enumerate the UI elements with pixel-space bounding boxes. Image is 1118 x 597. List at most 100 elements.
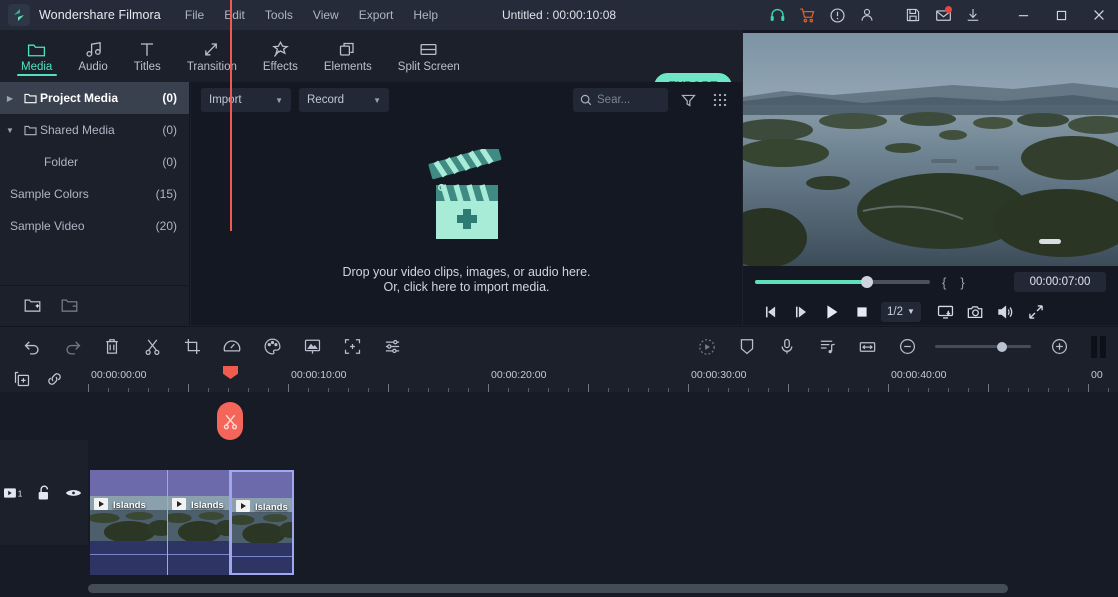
trash-icon[interactable] <box>92 327 132 367</box>
render-dotted-play-icon[interactable] <box>687 327 727 367</box>
tab-transition[interactable]: Transition <box>174 30 250 82</box>
redo-arrow-icon[interactable] <box>52 327 92 367</box>
audio-beat-icon[interactable] <box>807 327 847 367</box>
video-track-lane[interactable]: Islands Islands Islands <box>88 440 1118 575</box>
sidebar-item-project-media[interactable]: ▶ Project Media (0) <box>0 82 189 114</box>
timeline-zoom-slider[interactable] <box>935 341 1031 352</box>
folder-icon <box>20 125 40 136</box>
app-brand-name: Wondershare Filmora <box>39 8 161 22</box>
account-icon[interactable] <box>852 0 882 30</box>
menu-item-tools[interactable]: Tools <box>265 8 293 22</box>
minimize-icon[interactable] <box>1004 0 1042 30</box>
palette-icon[interactable] <box>252 327 292 367</box>
chroma-key-icon[interactable] <box>292 327 332 367</box>
playback-speed-dropdown[interactable]: 1/2 ▼ <box>881 301 921 322</box>
timeline-clip[interactable]: Islands <box>168 470 230 575</box>
tab-media[interactable]: Media <box>8 30 65 82</box>
speedometer-icon[interactable] <box>212 327 252 367</box>
tab-split-screen[interactable]: Split Screen <box>385 30 473 82</box>
sidebar-item-count: (0) <box>162 123 177 137</box>
play-icon[interactable] <box>817 298 847 325</box>
camera-icon[interactable] <box>961 298 991 325</box>
menu-item-export[interactable]: Export <box>359 8 394 22</box>
save-icon[interactable] <box>898 0 928 30</box>
menu-item-file[interactable]: File <box>185 8 204 22</box>
mark-out-button[interactable]: } <box>958 275 966 290</box>
step-backward-icon[interactable] <box>757 298 787 325</box>
timeline-panel: 00:00:00:00 00:00:10:00 00:00:20:00 00:00:3… <box>0 366 1118 597</box>
zoom-slider-knob[interactable] <box>997 341 1007 352</box>
timeline-clip[interactable]: Islands <box>230 470 294 575</box>
scissors-icon[interactable] <box>132 327 172 367</box>
maximize-icon[interactable] <box>1042 0 1080 30</box>
crop-icon[interactable] <box>172 327 212 367</box>
stop-icon[interactable] <box>847 298 877 325</box>
tab-titles[interactable]: Titles <box>121 30 174 82</box>
progress-knob[interactable] <box>861 276 873 288</box>
download-icon[interactable] <box>958 0 988 30</box>
render-bars-icon[interactable] <box>1091 335 1106 358</box>
plus-circle-icon[interactable] <box>1039 327 1079 367</box>
search-input[interactable] <box>597 94 659 106</box>
menu-item-edit[interactable]: Edit <box>224 8 245 22</box>
grid-view-icon[interactable] <box>708 88 732 112</box>
timeline-ruler[interactable]: 00:00:00:00 00:00:10:00 00:00:20:00 00:00:3… <box>88 366 1118 392</box>
tab-effects[interactable]: Effects <box>250 30 311 82</box>
playhead-split-button[interactable] <box>217 402 243 440</box>
step-forward-icon[interactable] <box>787 298 817 325</box>
menu-item-view[interactable]: View <box>313 8 339 22</box>
title-bar: Wondershare Filmora File Edit Tools View… <box>0 0 1118 30</box>
text-t-icon <box>138 39 156 58</box>
timeline-toolbar <box>0 326 1118 366</box>
remove-folder-icon[interactable] <box>61 298 78 313</box>
ruler-label: 00:00:20:00 <box>491 369 547 381</box>
media-panel: Import ▼ Record ▼ Sear... Drop your vide… <box>191 82 742 325</box>
headset-icon[interactable] <box>762 0 792 30</box>
import-dropdown[interactable]: Import ▼ <box>201 88 291 112</box>
close-icon[interactable] <box>1080 0 1118 30</box>
filter-icon[interactable] <box>676 88 700 112</box>
sidebar-item-sample-colors[interactable]: Sample Colors (15) <box>0 178 189 210</box>
preview-timecode[interactable]: 00:00:07:00 <box>1014 272 1106 292</box>
sidebar-item-folder[interactable]: Folder (0) <box>0 146 189 178</box>
tracking-bracket-icon[interactable] <box>332 327 372 367</box>
minus-circle-icon[interactable] <box>887 327 927 367</box>
sliders-icon[interactable] <box>372 327 412 367</box>
search-box[interactable] <box>573 88 668 112</box>
chevron-right-icon[interactable]: ▶ <box>0 94 20 103</box>
sidebar-item-sample-video[interactable]: Sample Video (20) <box>0 210 189 242</box>
media-dropzone[interactable]: Drop your video clips, images, or audio … <box>191 118 742 325</box>
info-icon[interactable] <box>822 0 852 30</box>
ruler-label: 00:00:40:00 <box>891 369 947 381</box>
speaker-icon[interactable] <box>991 298 1021 325</box>
sidebar-item-count: (15) <box>155 187 177 201</box>
record-dropdown[interactable]: Record ▼ <box>299 88 389 112</box>
ruler-major-tick <box>1088 384 1089 392</box>
media-panel-toolbar: Import ▼ Record ▼ <box>191 82 742 118</box>
undo-arrow-icon[interactable] <box>12 327 52 367</box>
chevron-down-icon[interactable]: ▼ <box>0 126 20 135</box>
tab-audio[interactable]: Audio <box>65 30 120 82</box>
add-track-icon[interactable] <box>14 371 30 387</box>
video-preview[interactable] <box>743 33 1118 266</box>
marker-shield-icon[interactable] <box>727 327 767 367</box>
sidebar-item-shared-media[interactable]: ▼ Shared Media (0) <box>0 114 189 146</box>
eye-visible-icon[interactable] <box>59 487 88 499</box>
timeline-clip[interactable]: Islands <box>90 470 168 575</box>
timeline-horizontal-scrollbar[interactable] <box>88 584 1008 593</box>
sidebar-item-label: Shared Media <box>40 123 115 137</box>
tab-elements[interactable]: Elements <box>311 30 385 82</box>
speed-label: 1/2 <box>887 305 903 318</box>
mark-in-button[interactable]: { <box>940 275 948 290</box>
monitor-down-icon[interactable] <box>931 298 961 325</box>
link-icon[interactable] <box>46 371 63 387</box>
new-folder-icon[interactable] <box>24 298 41 313</box>
mail-icon[interactable] <box>928 0 958 30</box>
expand-diagonal-icon[interactable] <box>1021 298 1051 325</box>
preview-progress-slider[interactable] <box>755 276 930 288</box>
cart-icon[interactable] <box>792 0 822 30</box>
microphone-icon[interactable] <box>767 327 807 367</box>
unlock-icon[interactable] <box>29 485 58 501</box>
menu-item-help[interactable]: Help <box>413 8 438 22</box>
fit-width-icon[interactable] <box>847 327 887 367</box>
